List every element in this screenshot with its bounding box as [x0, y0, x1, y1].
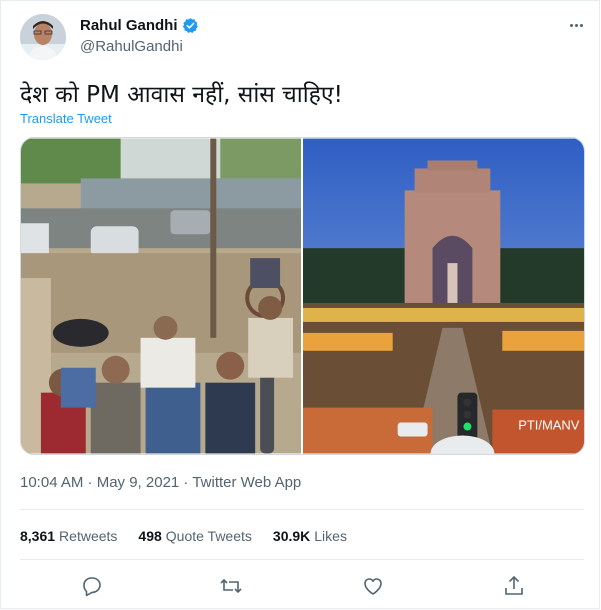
user-name[interactable]: Rahul Gandhi — [80, 17, 178, 34]
more-options-icon[interactable] — [564, 15, 588, 35]
tweet-actions — [1, 574, 601, 600]
photo-central-vista[interactable]: PTI/MANV — [303, 138, 584, 454]
share-icon[interactable] — [502, 574, 526, 598]
translate-tweet-link[interactable]: Translate Tweet — [20, 111, 112, 126]
like-icon[interactable] — [361, 574, 385, 598]
retweets-stat[interactable]: 8,361 Retweets — [20, 528, 117, 544]
user-name-row[interactable]: Rahul Gandhi — [80, 17, 199, 34]
quote-tweets-label: Quote Tweets — [165, 528, 252, 544]
retweet-icon[interactable] — [219, 574, 243, 598]
verified-badge-icon — [182, 18, 198, 33]
likes-stat[interactable]: 30.9K Likes — [273, 528, 347, 544]
media-watermark: PTI/MANV — [518, 418, 579, 433]
divider — [20, 509, 584, 510]
tweet-text: देश को PM आवास नहीं, सांस चाहिए! — [20, 82, 343, 108]
user-handle[interactable]: @RahulGandhi — [80, 38, 183, 55]
quote-tweets-stat[interactable]: 498 Quote Tweets — [138, 528, 252, 544]
likes-count: 30.9K — [272, 528, 311, 544]
tweet-timestamp[interactable]: 10:04 AM · May 9, 2021 · Twitter Web App — [20, 474, 301, 491]
tweet-card: Rahul Gandhi @RahulGandhi देश को PM आवास… — [0, 0, 600, 609]
retweets-label: Retweets — [59, 528, 118, 544]
quote-tweets-count: 498 — [138, 528, 162, 544]
tweet-stats: 8,361 Retweets 498 Quote Tweets 30.9K Likes — [20, 528, 347, 544]
reply-icon[interactable] — [80, 574, 104, 598]
photo-oxygen-queue[interactable] — [21, 138, 301, 454]
likes-label: Likes — [314, 528, 347, 544]
india-gate — [404, 160, 501, 305]
avatar-image — [20, 14, 66, 60]
divider — [20, 559, 584, 560]
retweets-count: 8,361 — [20, 528, 56, 544]
tweet-media[interactable]: PTI/MANV — [20, 137, 585, 455]
avatar[interactable] — [20, 14, 66, 60]
